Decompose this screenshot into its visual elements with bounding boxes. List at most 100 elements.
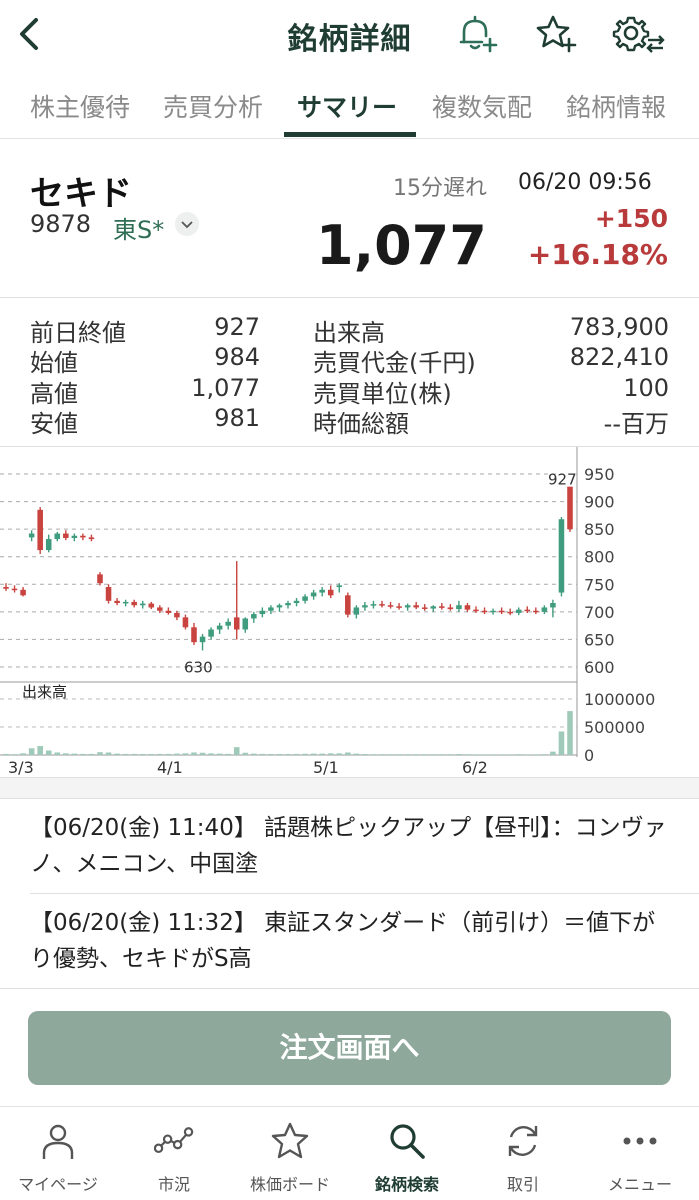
candle-body bbox=[63, 533, 69, 538]
stat-value: 984 bbox=[214, 343, 260, 371]
nav-mypage[interactable]: マイページ bbox=[0, 1107, 116, 1200]
candle-body bbox=[353, 607, 360, 615]
candle-body bbox=[276, 605, 283, 608]
volume-bar bbox=[413, 754, 419, 755]
candle-body bbox=[302, 596, 308, 601]
candle-body bbox=[157, 607, 163, 611]
volume-bar bbox=[336, 753, 343, 755]
news-item[interactable]: 【06/20(金) 11:40】 話題株ピックアップ【昼刊】：コンヴァノ、メニコ… bbox=[30, 810, 675, 882]
candle-body bbox=[558, 519, 565, 593]
nav-label: メニュー bbox=[607, 1175, 672, 1194]
stat-value: --百万 bbox=[603, 410, 669, 438]
volume-bar bbox=[131, 753, 137, 755]
volume-bar bbox=[567, 711, 573, 755]
volume-bar bbox=[353, 753, 360, 755]
volume-bar bbox=[268, 753, 274, 755]
tab-summary[interactable]: サマリー bbox=[297, 88, 397, 124]
quote-time: 06/20 09:56 bbox=[518, 170, 652, 195]
app-header: 銘柄詳細 bbox=[0, 0, 699, 72]
candle-body bbox=[182, 617, 189, 628]
stat-value: 100 bbox=[623, 374, 669, 402]
volume-bar bbox=[319, 753, 325, 755]
price-tick-label: 900 bbox=[584, 493, 615, 512]
volume-bar bbox=[541, 754, 548, 755]
news-item[interactable]: 【06/20(金) 11:32】 東証スタンダード（前引け）＝値下がり優勢、セキ… bbox=[30, 905, 675, 977]
volume-tick-label: 1000000 bbox=[584, 690, 655, 709]
nav-stock-board[interactable]: 株価ボード bbox=[232, 1107, 348, 1200]
settings-swap-icon[interactable] bbox=[612, 12, 666, 56]
tab-bar: 株主優待 売買分析 サマリー 複数気配 銘柄情報 bbox=[0, 80, 699, 139]
volume-bar bbox=[148, 753, 155, 755]
person-icon bbox=[42, 1124, 74, 1159]
volume-bar bbox=[490, 754, 496, 755]
volume-bar bbox=[447, 754, 454, 755]
price-tick-label: 650 bbox=[584, 630, 615, 649]
stat-label: 安値 bbox=[30, 410, 78, 438]
tab-stock-info[interactable]: 銘柄情報 bbox=[566, 88, 666, 124]
volume-bar bbox=[370, 754, 377, 755]
candle-body bbox=[191, 627, 197, 643]
nav-stock-search[interactable]: 銘柄検索 bbox=[349, 1107, 465, 1200]
volume-bar bbox=[63, 753, 69, 755]
candle-body bbox=[370, 604, 377, 606]
volume-bar bbox=[310, 753, 317, 755]
divider bbox=[0, 988, 699, 989]
nav-menu[interactable]: メニュー bbox=[582, 1107, 698, 1200]
market-selector[interactable]: 東S* bbox=[113, 210, 164, 245]
tab-trade-analysis[interactable]: 売買分析 bbox=[163, 88, 263, 124]
candle-body bbox=[456, 605, 462, 610]
candle-body bbox=[285, 603, 291, 606]
volume-bar bbox=[276, 753, 283, 755]
stat-label: 売買代金(千円) bbox=[313, 349, 476, 377]
candle-body bbox=[413, 605, 419, 608]
low-annotation: 630 bbox=[184, 658, 213, 676]
candle-body bbox=[54, 533, 61, 540]
bell-add-icon[interactable] bbox=[454, 12, 498, 56]
price-change-percent: +16.18% bbox=[527, 238, 668, 271]
volume-bar bbox=[302, 753, 308, 755]
volume-bar bbox=[533, 754, 539, 755]
price-chart[interactable]: 950 900 850 800 750 700 650 600 1000000 500000 0 出来… bbox=[0, 447, 699, 777]
chevron-down-icon[interactable] bbox=[175, 212, 199, 236]
volume-bar bbox=[421, 754, 428, 755]
divider bbox=[0, 798, 699, 799]
tab-quotes[interactable]: 複数気配 bbox=[432, 88, 532, 124]
volume-bar bbox=[498, 754, 505, 755]
candle-body bbox=[97, 574, 103, 584]
volume-bar bbox=[456, 753, 462, 755]
candle-body bbox=[11, 588, 18, 591]
candle-body bbox=[88, 537, 95, 540]
volume-bar bbox=[473, 754, 479, 755]
volume-bar bbox=[515, 754, 522, 755]
volume-bar bbox=[54, 752, 61, 755]
volume-bar bbox=[157, 753, 163, 755]
candle-body bbox=[379, 604, 385, 606]
stock-name: セキド bbox=[30, 174, 132, 214]
candle-body bbox=[524, 609, 531, 612]
nav-trade[interactable]: 取引 bbox=[465, 1107, 581, 1200]
volume-bar bbox=[404, 754, 411, 755]
candle-body bbox=[430, 606, 437, 609]
tab-yutai[interactable]: 株主優待 bbox=[30, 88, 130, 124]
volume-bar bbox=[139, 753, 146, 755]
candle-body bbox=[498, 610, 505, 613]
divider bbox=[0, 297, 699, 298]
order-screen-button[interactable]: 注文画面へ bbox=[28, 1011, 671, 1085]
x-tick-label: 6/2 bbox=[462, 758, 488, 777]
star-add-icon[interactable] bbox=[533, 12, 577, 56]
candle-body bbox=[490, 610, 496, 613]
volume-bar bbox=[174, 753, 180, 755]
volume-bar bbox=[481, 754, 488, 755]
candle-body bbox=[80, 535, 86, 538]
stat-label: 時価総額 bbox=[313, 410, 409, 438]
volume-bar bbox=[524, 754, 531, 755]
candle-body bbox=[122, 601, 129, 604]
volume-bar bbox=[182, 753, 189, 755]
candle-body bbox=[165, 610, 172, 613]
volume-bar bbox=[362, 753, 368, 755]
volume-bar bbox=[37, 746, 43, 755]
nav-market[interactable]: 市況 bbox=[116, 1107, 232, 1200]
high-annotation: 927 bbox=[548, 471, 577, 489]
volume-bar bbox=[114, 753, 120, 755]
volume-bar bbox=[379, 754, 385, 755]
